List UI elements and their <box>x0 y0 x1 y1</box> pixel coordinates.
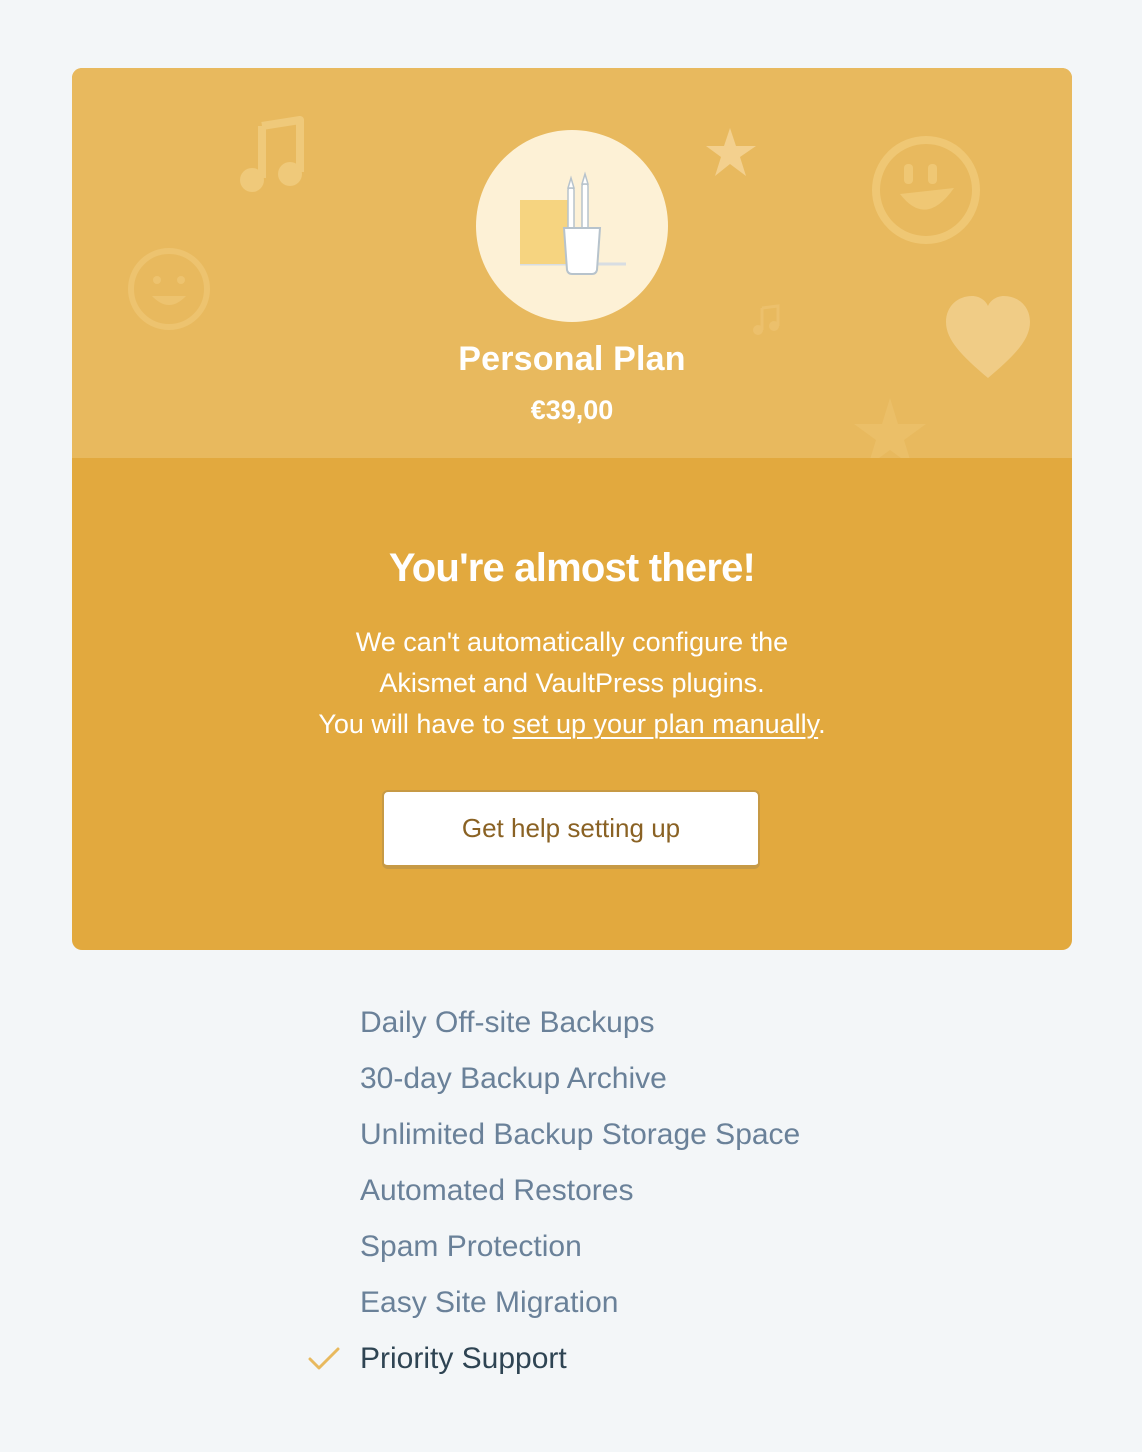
manual-setup-link[interactable]: set up your plan manually <box>512 709 818 739</box>
get-help-button[interactable]: Get help setting up <box>382 790 760 869</box>
star-icon <box>706 128 756 176</box>
setup-notice: You're almost there! We can't automatica… <box>72 458 1072 950</box>
grinning-face-icon <box>872 136 980 244</box>
notice-message: We can't automatically configure the Aki… <box>72 622 1072 745</box>
pencil-cup-illustration <box>520 171 626 275</box>
feature-label: Unlimited Backup Storage Space <box>360 1118 801 1151</box>
plan-title: Personal Plan <box>458 340 686 378</box>
feature-label: Daily Off-site Backups <box>360 1006 655 1039</box>
feature-item: Spam Protection <box>300 1220 900 1276</box>
music-note-icon <box>240 116 304 192</box>
feature-item-included: Priority Support <box>300 1332 900 1388</box>
notice-line-3-suffix: . <box>818 709 826 739</box>
plan-price: €39,00 <box>530 395 614 425</box>
feature-label: Automated Restores <box>360 1174 634 1207</box>
notice-line-3-prefix: You will have to <box>318 709 513 739</box>
checkmark-icon <box>308 1347 340 1370</box>
feature-item: Daily Off-site Backups <box>300 996 900 1052</box>
feature-list: Daily Off-site Backups 30-day Backup Arc… <box>300 996 900 1388</box>
feature-label: Spam Protection <box>360 1230 582 1263</box>
plan-icon <box>476 130 668 322</box>
small-music-note-icon <box>753 304 780 335</box>
smiley-face-icon <box>128 248 210 330</box>
plan-card: Personal Plan €39,00 You're almost there… <box>72 68 1072 950</box>
feature-label: Priority Support <box>360 1342 567 1375</box>
feature-label: 30-day Backup Archive <box>360 1062 667 1095</box>
feature-item: 30-day Backup Archive <box>300 1052 900 1108</box>
notice-headline: You're almost there! <box>388 546 756 590</box>
feature-item: Easy Site Migration <box>300 1276 900 1332</box>
notice-line-3: You will have to set up your plan manual… <box>72 704 1072 745</box>
plan-header: Personal Plan €39,00 <box>72 68 1072 458</box>
feature-label: Easy Site Migration <box>360 1286 619 1319</box>
feature-item: Unlimited Backup Storage Space <box>300 1108 900 1164</box>
feature-item: Automated Restores <box>300 1164 900 1220</box>
notice-line-2: Akismet and VaultPress plugins. <box>379 668 765 698</box>
notice-line-1: We can't automatically configure the <box>355 627 789 657</box>
